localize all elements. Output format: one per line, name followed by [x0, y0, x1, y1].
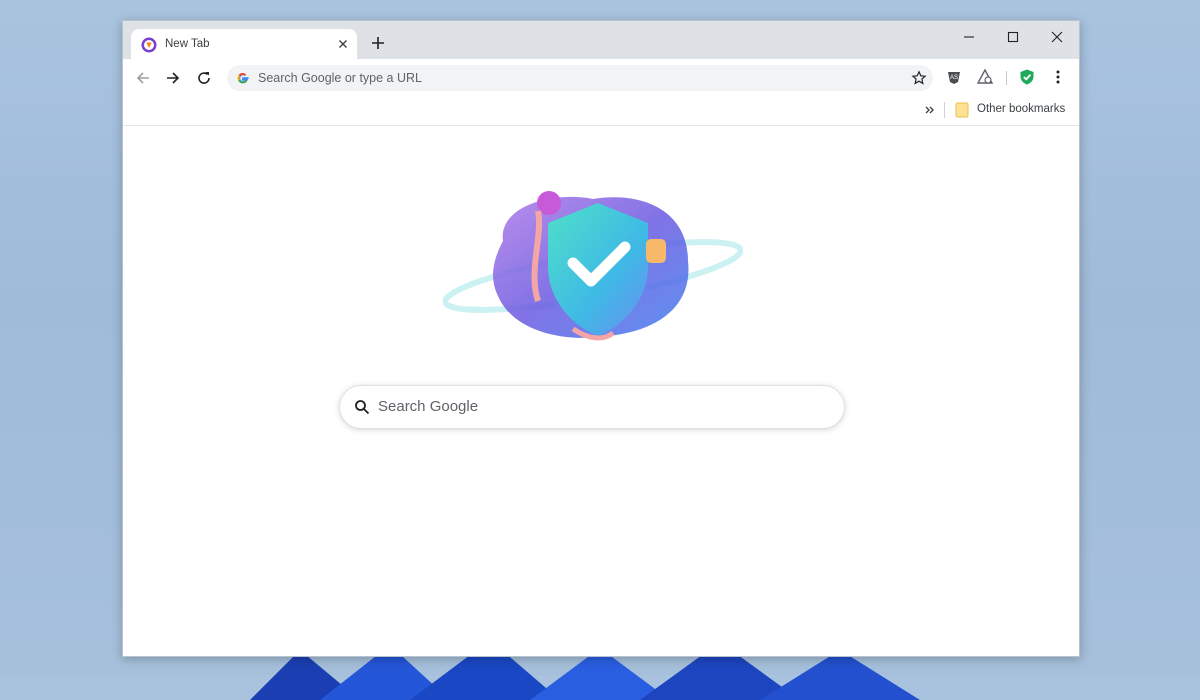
back-icon[interactable]	[134, 69, 152, 87]
bookmarks-overflow-chevron-icon[interactable]	[923, 103, 937, 117]
new-tab-button[interactable]	[370, 35, 386, 51]
maximize-icon[interactable]	[1005, 29, 1021, 45]
search-icon	[355, 400, 370, 415]
tab-close-icon[interactable]	[335, 36, 351, 52]
reload-icon[interactable]	[195, 69, 213, 87]
omnibox[interactable]: Search Google or type a URL	[227, 65, 933, 91]
other-bookmarks-label[interactable]: Other bookmarks	[977, 103, 1065, 115]
menu-kebab-icon[interactable]	[1049, 68, 1067, 86]
security-shield-illustration	[443, 191, 743, 341]
toolbar-divider	[1006, 71, 1007, 85]
avast-secure-browser-icon	[141, 37, 157, 53]
svg-text:AS: AS	[950, 75, 958, 81]
search-placeholder: Search Google	[378, 398, 479, 415]
tab-title: New Tab	[165, 38, 210, 50]
forward-icon[interactable]	[164, 69, 182, 87]
bookmark-star-icon[interactable]	[911, 70, 927, 86]
omnibox-placeholder: Search Google or type a URL	[258, 71, 422, 85]
title-bar: New Tab	[123, 21, 1079, 59]
toolbar: Search Google or type a URL AS	[123, 59, 1079, 95]
close-icon[interactable]	[1049, 29, 1065, 45]
minimize-icon[interactable]	[961, 29, 977, 45]
shield-check-extension-icon[interactable]	[1018, 68, 1036, 86]
avast-extension-icon[interactable]	[976, 68, 994, 86]
browser-window: New Tab Search Google or type a URL AS O…	[122, 20, 1080, 657]
bookmarks-bar: Other bookmarks	[123, 95, 1079, 126]
tab-new-tab[interactable]: New Tab	[131, 29, 357, 59]
folder-icon	[955, 102, 969, 118]
bookmarks-divider	[944, 102, 945, 118]
new-tab-page: Search Google	[123, 126, 1079, 656]
privacy-extension-icon[interactable]: AS	[945, 68, 963, 86]
google-search-box[interactable]: Search Google	[339, 385, 845, 429]
google-g-icon	[237, 73, 249, 84]
